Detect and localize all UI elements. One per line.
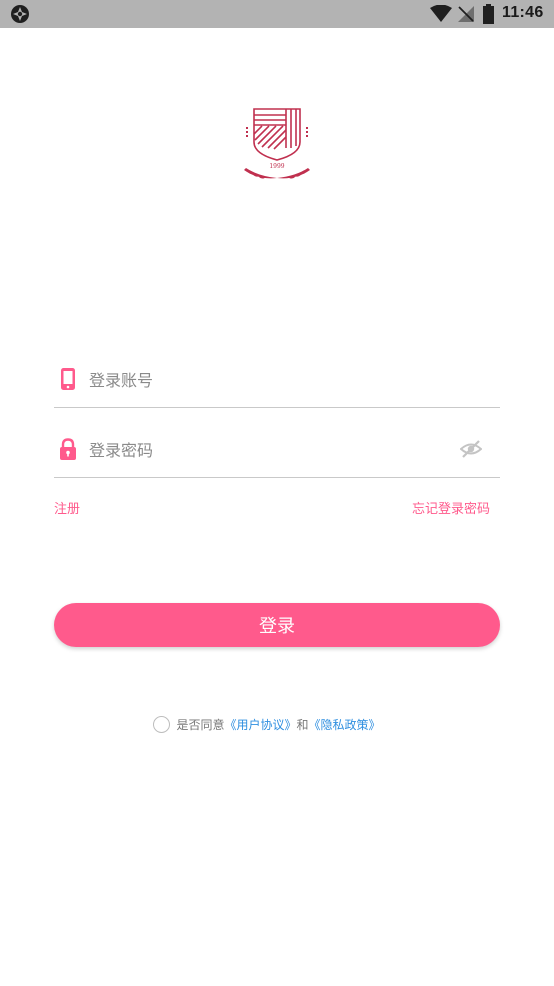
- login-screen: 11:46 1999 登录账号 注册 忘记登录密码 登录 是否同意 《用户协议》…: [0, 0, 554, 986]
- status-time: 11:46: [502, 4, 544, 21]
- forgot-password-link[interactable]: 忘记登录密码: [412, 498, 490, 517]
- account-field: [54, 360, 500, 408]
- privacy-policy-link[interactable]: 《隐私政策》: [309, 716, 381, 733]
- user-agreement-link[interactable]: 《用户协议》: [224, 716, 296, 733]
- agreement-conjunction: 和: [296, 718, 309, 732]
- account-input[interactable]: [89, 360, 449, 400]
- phone-icon: [61, 368, 75, 390]
- wifi-icon: [430, 5, 452, 22]
- agreement-checkbox[interactable]: [153, 716, 171, 733]
- agreement-prefix: 是否同意: [176, 718, 225, 732]
- app-notification-icon: [11, 5, 29, 23]
- battery-icon: [483, 4, 494, 24]
- logo-year: 1999: [269, 163, 284, 170]
- agreement-row: 是否同意 《用户协议》 和 《隐私政策》: [0, 716, 554, 733]
- no-signal-icon: [458, 6, 474, 22]
- lock-icon: [60, 438, 76, 460]
- status-bar: 11:46: [0, 0, 554, 28]
- eye-off-icon[interactable]: [460, 439, 482, 459]
- register-link[interactable]: 注册: [54, 498, 80, 517]
- school-crest-logo: 1999: [244, 108, 310, 179]
- login-button[interactable]: 登录: [54, 603, 500, 647]
- password-input[interactable]: [89, 430, 449, 470]
- password-field: [54, 430, 500, 478]
